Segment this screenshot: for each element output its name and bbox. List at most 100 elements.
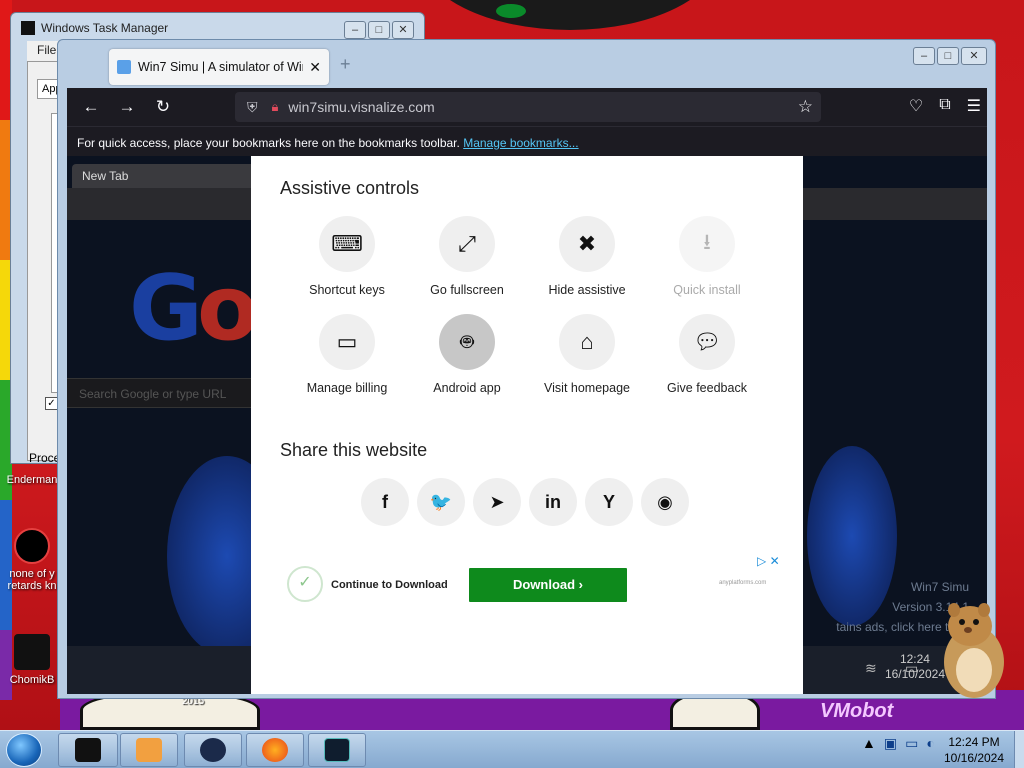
bookmark-star-icon[interactable]: ☆ — [798, 97, 813, 117]
desktop-icon-chomik[interactable]: ChomikB — [2, 634, 62, 686]
taskbar: ▲ ▣ ▭ ◐ 12:24 PM 10/16/2024 — [0, 730, 1024, 768]
bg-graffiti: VMobot — [820, 700, 894, 722]
wifi-icon: ≋ — [865, 660, 877, 676]
share-buttons: f 🐦 ➤ in Y ◉ — [361, 478, 689, 526]
weibo-share-button[interactable]: ◉ — [641, 478, 689, 526]
task-manager-window-controls: – □ ✕ — [344, 21, 414, 39]
hacker-news-share-button[interactable]: Y — [585, 478, 633, 526]
advertisement[interactable]: ✓ Continue to Download Download › anypla… — [281, 554, 781, 614]
linkedin-share-button[interactable]: in — [529, 478, 577, 526]
ad-choices-icons[interactable]: ▷ ✕ — [757, 554, 780, 568]
tray-app-icon[interactable]: ▣ — [884, 735, 897, 752]
give-feedback-button[interactable]: 💬︎ Give feedback — [647, 314, 767, 395]
ad-domain-text: anyplatforms.com — [719, 580, 767, 586]
close-button[interactable]: ✕ — [961, 47, 987, 65]
bookmarks-toolbar: For quick access, place your bookmarks h… — [67, 126, 987, 156]
manage-billing-button[interactable]: ▭ Manage billing — [287, 314, 407, 395]
hamster-mascot — [944, 603, 1004, 698]
control-label: Manage billing — [306, 381, 388, 395]
credit-card-icon: ▭ — [319, 314, 375, 370]
menu-file[interactable]: File — [37, 43, 56, 57]
control-label: Give feedback — [667, 381, 747, 395]
google-logo: G — [129, 256, 203, 361]
check-icon: ✓ — [287, 566, 323, 602]
maximize-button[interactable]: □ — [368, 21, 390, 39]
quick-install-button[interactable]: ⭳ Quick install — [647, 216, 767, 297]
facebook-share-button[interactable]: f — [361, 478, 409, 526]
show-desktop-button[interactable] — [1014, 731, 1024, 768]
twitter-share-button[interactable]: 🐦 — [417, 478, 465, 526]
keyboard-icon: ⌨ — [319, 216, 375, 272]
google-logo: o — [197, 256, 259, 361]
minimize-button[interactable]: – — [344, 21, 366, 39]
desktop-icon-enderman[interactable]: Enderman — [2, 474, 62, 486]
extensions-icon[interactable]: ⧉ — [939, 96, 950, 116]
download-icon: ⭳ — [679, 216, 735, 272]
toolbar-right: ♡ ⧉ ☰ — [909, 96, 981, 116]
visit-homepage-button[interactable]: ⌂ Visit homepage — [527, 314, 647, 395]
desktop-icon-label: none of y retards kn — [7, 568, 57, 592]
bookmarks-hint: For quick access, place your bookmarks h… — [77, 136, 460, 150]
maximize-button[interactable]: □ — [937, 47, 959, 65]
assistive-title: Assistive controls — [280, 178, 420, 198]
lock-icon[interactable]: 🔒︎ — [272, 99, 279, 115]
telegram-share-button[interactable]: ➤ — [473, 478, 521, 526]
navigation-toolbar: ← → ↻ ⛨ 🔒︎ win7simu.visnalize.com ☆ ♡ ⧉ … — [67, 88, 987, 126]
file-icon — [14, 528, 50, 564]
share-title: Share this website — [280, 440, 428, 460]
control-label: Go fullscreen — [430, 283, 504, 297]
desktop-icon-label: Enderman — [6, 474, 58, 486]
menu-icon[interactable]: ☰ — [967, 96, 981, 116]
back-button[interactable]: ← — [73, 97, 109, 117]
taskbar-item-task-manager[interactable] — [58, 733, 118, 767]
wallpaper-shape — [807, 446, 897, 626]
bg-shape — [420, 0, 720, 30]
taskbar-item-monitor[interactable] — [308, 733, 366, 767]
minimize-button[interactable]: – — [913, 47, 935, 65]
new-tab-button[interactable]: + — [340, 54, 351, 75]
shortcut-keys-button[interactable]: ⌨ Shortcut keys — [287, 216, 407, 297]
taskbar-item-media[interactable] — [120, 733, 178, 767]
control-label: Visit homepage — [544, 381, 630, 395]
network-icon[interactable]: ▭ — [905, 735, 918, 752]
home-icon: ⌂ — [559, 314, 615, 370]
start-button[interactable] — [6, 733, 42, 767]
chat-icon: 💬︎ — [679, 314, 735, 370]
volume-icon[interactable]: ◐ — [926, 735, 934, 752]
inner-search-box: Search Google or type URL — [67, 378, 257, 408]
taskbar-clock[interactable]: 12:24 PM 10/16/2024 — [938, 734, 1010, 766]
media-player-icon — [136, 738, 162, 762]
control-label: Quick install — [673, 283, 741, 297]
control-label: Android app — [433, 381, 501, 395]
hide-assistive-button[interactable]: ✖ Hide assistive — [527, 216, 647, 297]
browser-window-controls: – □ ✕ — [913, 47, 987, 65]
url-bar[interactable]: ⛨ 🔒︎ win7simu.visnalize.com ☆ — [235, 92, 821, 122]
favicon-icon — [117, 60, 131, 74]
control-label: Shortcut keys — [309, 283, 385, 297]
ad-continue-text[interactable]: Continue to Download — [331, 579, 448, 591]
tab-close-icon[interactable]: ✕ — [309, 59, 321, 76]
taskbar-item-globe[interactable] — [184, 733, 242, 767]
manage-bookmarks-link[interactable]: Manage bookmarks... — [463, 136, 578, 150]
tray-arrow-icon[interactable]: ▲ — [862, 735, 876, 752]
go-fullscreen-button[interactable]: ⤢ Go fullscreen — [407, 216, 527, 297]
chomik-icon — [14, 634, 50, 670]
forward-button[interactable]: → — [109, 97, 145, 117]
globe-icon — [200, 738, 226, 762]
url-text: win7simu.visnalize.com — [288, 99, 435, 115]
close-button[interactable]: ✕ — [392, 21, 414, 39]
browser-tab[interactable]: Win7 Simu | A simulator of Win ✕ — [109, 49, 329, 85]
reload-button[interactable]: ↻ — [145, 97, 181, 117]
monitor-icon — [324, 738, 350, 762]
ad-download-button[interactable]: Download › — [469, 568, 627, 602]
android-icon: 🤖︎ — [439, 314, 495, 370]
pocket-icon[interactable]: ♡ — [909, 96, 923, 116]
browser-titlebar[interactable]: Win7 Simu | A simulator of Win ✕ + – □ ✕ — [58, 40, 995, 88]
tab-title: Win7 Simu | A simulator of Win — [138, 60, 304, 74]
control-label: Hide assistive — [548, 283, 626, 297]
task-manager-title: Windows Task Manager — [41, 21, 169, 35]
shield-icon[interactable]: ⛨ — [247, 99, 258, 116]
android-app-button[interactable]: 🤖︎ Android app — [407, 314, 527, 395]
desktop-icon-file[interactable]: none of y retards kn — [2, 528, 62, 592]
taskbar-item-firefox[interactable] — [246, 733, 304, 767]
